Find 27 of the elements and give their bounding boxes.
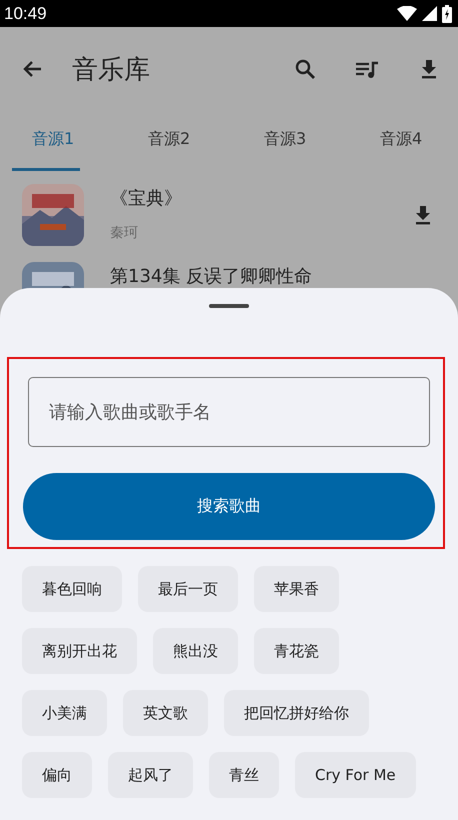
- signal-icon: [422, 6, 437, 21]
- search-field[interactable]: 请输入歌曲或歌手名: [28, 377, 430, 447]
- status-time: 10:49: [4, 4, 47, 24]
- suggestion-chip[interactable]: 最后一页: [138, 566, 238, 612]
- suggestion-chip[interactable]: 苹果香: [254, 566, 339, 612]
- suggestion-chip[interactable]: 偏向: [22, 752, 92, 798]
- suggestion-chip[interactable]: 离别开出花: [22, 628, 137, 674]
- source-tab[interactable]: 音源3: [244, 111, 360, 171]
- suggestion-chip[interactable]: 小美满: [22, 690, 107, 736]
- source-tab[interactable]: 音源4: [360, 111, 458, 171]
- source-tab[interactable]: 音源2: [128, 111, 244, 171]
- suggestion-chip[interactable]: 青花瓷: [254, 628, 339, 674]
- wifi-icon: [397, 6, 417, 21]
- suggestion-chip[interactable]: 熊出没: [153, 628, 238, 674]
- suggestion-chip[interactable]: 英文歌: [123, 690, 208, 736]
- search-songs-button[interactable]: 搜索歌曲: [23, 473, 435, 540]
- song-title: 《宝典》: [110, 187, 183, 210]
- suggestion-chip[interactable]: 起风了: [108, 752, 193, 798]
- battery-icon: [442, 4, 452, 22]
- page-title: 音乐库: [72, 54, 150, 86]
- suggestion-chip[interactable]: 把回忆拼好给你: [224, 690, 369, 736]
- drag-handle[interactable]: [209, 304, 249, 308]
- suggestion-chip[interactable]: 暮色回响: [22, 566, 122, 612]
- suggestion-chip[interactable]: Cry For Me: [295, 752, 416, 798]
- song-artist: 秦珂: [110, 224, 139, 242]
- song-title: 第134集 反误了卿卿性命: [110, 265, 314, 288]
- suggestion-chip[interactable]: 青丝: [209, 752, 279, 798]
